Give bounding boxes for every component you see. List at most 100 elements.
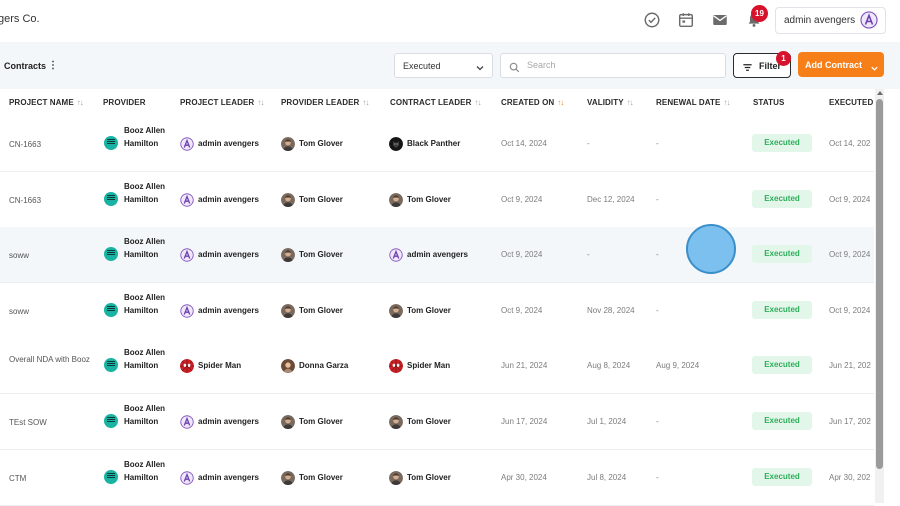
project-leader-name: admin avengers [198,305,259,315]
validity: - [587,250,590,260]
provider-name: Booz Allen Hamilton [124,292,166,315]
executed-date: Apr 30, 202 [829,472,871,482]
header-created-on-label: CREATED ON [501,98,555,107]
chevron-down-icon [870,60,879,71]
status-filter-select[interactable]: Executed [394,53,493,78]
sort-icon[interactable]: ↑↓ [77,98,84,107]
search-input[interactable] [527,58,717,72]
table-row[interactable]: soww Booz Allen Hamilton admin avengers Tom… [0,282,874,339]
provider-leader-name: Tom Glover [299,305,343,315]
scrollbar-thumb[interactable] [876,99,883,469]
table-row[interactable]: soww Booz Allen Hamilton admin avengers Tom… [0,227,874,284]
mail-icon[interactable] [711,11,729,29]
status-badge: Executed [752,356,812,375]
tom-glover-avatar [281,248,295,263]
project-name[interactable]: Overall NDA with Booz [9,353,91,366]
admin-avengers-avatar [180,415,194,429]
header-provider: PROVIDER [103,98,146,107]
table-row[interactable]: CN-1663 Booz Allen Hamilton admin avengers… [0,171,874,228]
project-name[interactable]: CN-1663 [9,138,91,151]
provider-leader-name: Tom Glover [299,139,343,148]
provider-leader-name: Tom Glover [299,417,343,426]
provider-leader-name: Tom Glover [299,472,343,482]
spider-man-avatar [389,359,403,374]
check-circle-icon[interactable] [643,11,661,29]
breadcrumb: Contracts [4,61,47,71]
project-leader-name: admin avengers [198,472,259,482]
validity: Jul 8, 2024 [587,472,627,482]
scroll-up-arrow-icon[interactable] [877,91,883,95]
header-project-leader[interactable]: PROJECT LEADER ↑↓ [180,98,264,107]
user-name: admin avengers [784,15,856,26]
table-row[interactable]: TEst SOW Booz Allen Hamilton admin avenger… [0,394,874,450]
user-menu-button[interactable]: admin avengers [775,7,886,34]
project-name[interactable]: TEst SOW [9,416,91,429]
table-row[interactable]: Overall NDA with Booz Booz Allen Hamilton… [0,338,874,395]
header-created-on[interactable]: CREATED ON ↑↓ [501,98,564,107]
header-contract-leader-label: CONTRACT LEADER [390,98,472,107]
header-executed: EXECUTED [829,98,874,107]
tom-glover-avatar [389,192,403,207]
header-project-name[interactable]: PROJECT NAME ↑↓ [9,98,84,107]
header-renewal-date[interactable]: RENEWAL DATE ↑↓ [656,98,730,107]
renewal-date: - [656,139,659,148]
project-leader-name: Spider Man [198,361,242,371]
renewal-date: - [656,250,659,260]
created-on: Oct 9, 2024 [501,305,543,315]
project-name[interactable]: CN-1663 [9,194,91,207]
table-header: PROJECT NAME ↑↓ PROVIDER PROJECT LEADER ↑↓… [0,89,874,117]
executed-date: Jun 17, 202 [829,417,871,426]
add-contract-button[interactable]: Add Contract [798,52,884,77]
created-on: Oct 14, 2024 [501,139,547,148]
more-options-icon[interactable]: ⋮ [48,60,58,71]
tom-glover-avatar [281,137,295,151]
contract-leader-name: Tom Glover [407,417,451,426]
project-leader-name: admin avengers [198,417,259,426]
created-on: Jun 17, 2024 [501,417,548,426]
renewal-date: - [656,194,659,204]
tom-glover-avatar [281,192,295,207]
header-contract-leader[interactable]: CONTRACT LEADER ↑↓ [390,98,482,107]
project-name[interactable]: soww [9,305,91,318]
validity: Jul 1, 2024 [587,417,627,426]
status-badge: Executed [752,189,812,208]
executed-date: Oct 14, 202 [829,139,871,148]
status-badge: Executed [752,134,812,152]
project-leader-name: admin avengers [198,194,259,204]
renewal-date: - [656,417,659,426]
executed-date: Oct 9, 2024 [829,305,871,315]
header-project-name-label: PROJECT NAME [9,98,74,107]
header-provider-leader-label: PROVIDER LEADER [281,98,360,107]
top-bar: gers Co. 19 admin avengers [0,0,900,42]
add-contract-label: Add Contract [805,60,862,70]
contract-leader-name: Tom Glover [407,305,451,315]
vertical-scrollbar[interactable] [875,89,884,503]
provider-name: Booz Allen Hamilton [124,348,166,371]
validity: Nov 28, 2024 [587,305,635,315]
admin-avengers-avatar [180,248,194,263]
validity: Aug 8, 2024 [587,361,631,371]
notification-count-badge: 19 [751,5,768,22]
project-name[interactable]: CTM [9,472,91,485]
provider-logo [104,247,118,262]
toolbar: Contracts ⋮ Executed Filter Add Contract [0,42,900,89]
sort-icon[interactable]: ↑↓ [257,98,264,107]
sort-icon[interactable]: ↑↓ [627,98,634,107]
header-validity[interactable]: VALIDITY ↑↓ [587,98,634,107]
table-row[interactable]: CTM Booz Allen Hamilton admin avengers Tom … [0,449,874,506]
sort-icon[interactable]: ↑↓ [557,98,564,107]
sort-icon[interactable]: ↑↓ [475,98,482,107]
calendar-icon[interactable] [677,11,695,29]
renewal-date: Aug 9, 2024 [656,361,700,371]
renewal-date: - [656,472,659,482]
provider-logo [104,302,118,317]
provider-leader-name: Tom Glover [299,194,343,204]
sort-icon[interactable]: ↑↓ [723,98,730,107]
header-provider-leader[interactable]: PROVIDER LEADER ↑↓ [281,98,369,107]
project-name[interactable]: soww [9,249,91,262]
sort-icon[interactable]: ↑↓ [362,98,369,107]
provider-logo [104,358,118,373]
table-row[interactable]: CN-1663 Booz Allen Hamilton admin avengers… [0,116,874,172]
contract-leader-name: Tom Glover [407,194,451,204]
status-badge: Executed [752,467,812,486]
